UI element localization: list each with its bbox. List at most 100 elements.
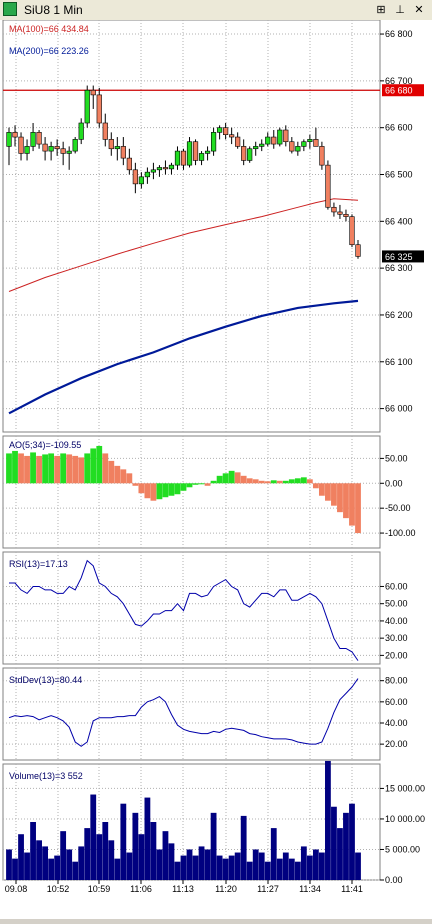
x-tick-label: 10:59 (88, 884, 111, 894)
ao-bar (331, 483, 337, 506)
candle-body (325, 164, 331, 208)
ao-bar (355, 483, 361, 534)
ao-bar (300, 477, 307, 484)
candle-body (78, 122, 84, 140)
candle-body (283, 129, 289, 143)
legend-label: MA(200)=66 223.26 (9, 46, 89, 56)
volume-bar (60, 831, 67, 880)
x-tick-label: 11:41 (341, 884, 363, 894)
pin-icon[interactable]: ⊥ (393, 3, 407, 17)
candle-body (217, 127, 223, 133)
window-titlebar: SiU8 1 Min ⊞ ⊥ ✕ (0, 0, 432, 21)
candle-body (247, 148, 253, 161)
y-tick-label: 66 500 (385, 170, 413, 180)
volume-bar (30, 822, 36, 880)
ao-bar (36, 455, 42, 484)
chart-area: 66 000 66 100 66 200 66 300 66 400 66 500 66 6… (2, 19, 425, 894)
candle-body (6, 132, 12, 147)
volume-bar (282, 852, 289, 880)
ao-bar (222, 473, 229, 484)
candle-body (259, 143, 265, 147)
volume-bar (174, 861, 181, 880)
candle-body (343, 213, 349, 217)
candle-body (241, 146, 247, 161)
candle-body (114, 146, 120, 150)
volume-bar (258, 852, 265, 880)
volume-bar (228, 855, 235, 880)
candle-body (132, 169, 138, 185)
candle-body (12, 132, 18, 138)
volume-bar (168, 843, 175, 880)
ao-bar (258, 480, 265, 484)
candle-body (277, 129, 283, 145)
candle-body (349, 216, 355, 246)
candle-body (90, 89, 96, 96)
candle-body (295, 146, 301, 152)
volume-bar (162, 831, 169, 880)
y-tick-label: 50.00 (385, 599, 408, 609)
chart-app-icon (3, 2, 17, 16)
ao-bar (72, 455, 79, 484)
candle-body (186, 141, 193, 166)
candle-body (150, 169, 157, 173)
ao-bar (216, 475, 223, 484)
candle-body (301, 141, 307, 147)
volume-bar (240, 815, 247, 880)
window-title: SiU8 1 Min (24, 3, 83, 17)
candle-body (355, 244, 361, 257)
volume-bar (331, 806, 337, 880)
chart-stage: 66 000 66 100 66 200 66 300 66 400 66 500 66 6… (0, 19, 432, 919)
ao-bar (288, 479, 295, 484)
rsi-legend: RSI(13)=17.13 (9, 559, 68, 569)
candle-body (174, 150, 181, 166)
volume-bar (318, 852, 325, 880)
volume-bar (42, 846, 49, 880)
candle-body (48, 146, 54, 152)
candle-body (30, 132, 36, 147)
ao-bar (312, 483, 319, 489)
y-tick-label: 5 000.00 (385, 844, 420, 854)
volume-bar (12, 858, 18, 880)
ao-bar (150, 483, 157, 501)
ao-bar (349, 483, 355, 526)
ao-bar (48, 453, 55, 484)
volume-bar (264, 861, 271, 880)
y-tick-label: 66 800 (385, 29, 413, 39)
ao-bar (12, 450, 18, 484)
ao-bar (276, 480, 283, 484)
dock-icon[interactable]: ⊞ (374, 3, 388, 17)
candle-body (253, 146, 259, 150)
volume-bar (18, 834, 24, 880)
x-tick-label: 11:06 (130, 884, 152, 894)
x-tick-label: 11:13 (172, 884, 194, 894)
candle-body (126, 157, 132, 171)
y-tick-label: 66 300 (385, 263, 413, 273)
volume-bar (186, 849, 193, 880)
ao-bar (30, 452, 36, 484)
ao-bar (282, 480, 289, 484)
volume-bar (120, 803, 127, 880)
close-icon[interactable]: ✕ (412, 3, 426, 17)
y-tick-label: -100.00 (385, 528, 416, 538)
ao-bar (318, 483, 325, 496)
ao-bar (138, 483, 145, 494)
candle-body (198, 153, 205, 161)
volume-bar (66, 849, 73, 880)
volume-bar (312, 849, 319, 880)
ao-bar (90, 448, 97, 484)
candle-body (66, 150, 72, 154)
ao-bar (24, 455, 30, 484)
volume-bar (300, 846, 307, 880)
volume-bar (156, 849, 163, 880)
candle-body (223, 127, 229, 136)
volume-bar (126, 852, 133, 880)
volume-bar (108, 840, 115, 880)
volume-bar (325, 760, 331, 880)
ao-bar (84, 453, 91, 484)
candle-body (307, 139, 313, 143)
pane-frame (2, 19, 381, 433)
pane-price: 66 000 66 100 66 200 66 300 66 400 66 500 66 6… (2, 19, 424, 433)
candle-body (337, 211, 343, 215)
ao-bar (102, 453, 109, 484)
volume-bar (138, 834, 145, 880)
